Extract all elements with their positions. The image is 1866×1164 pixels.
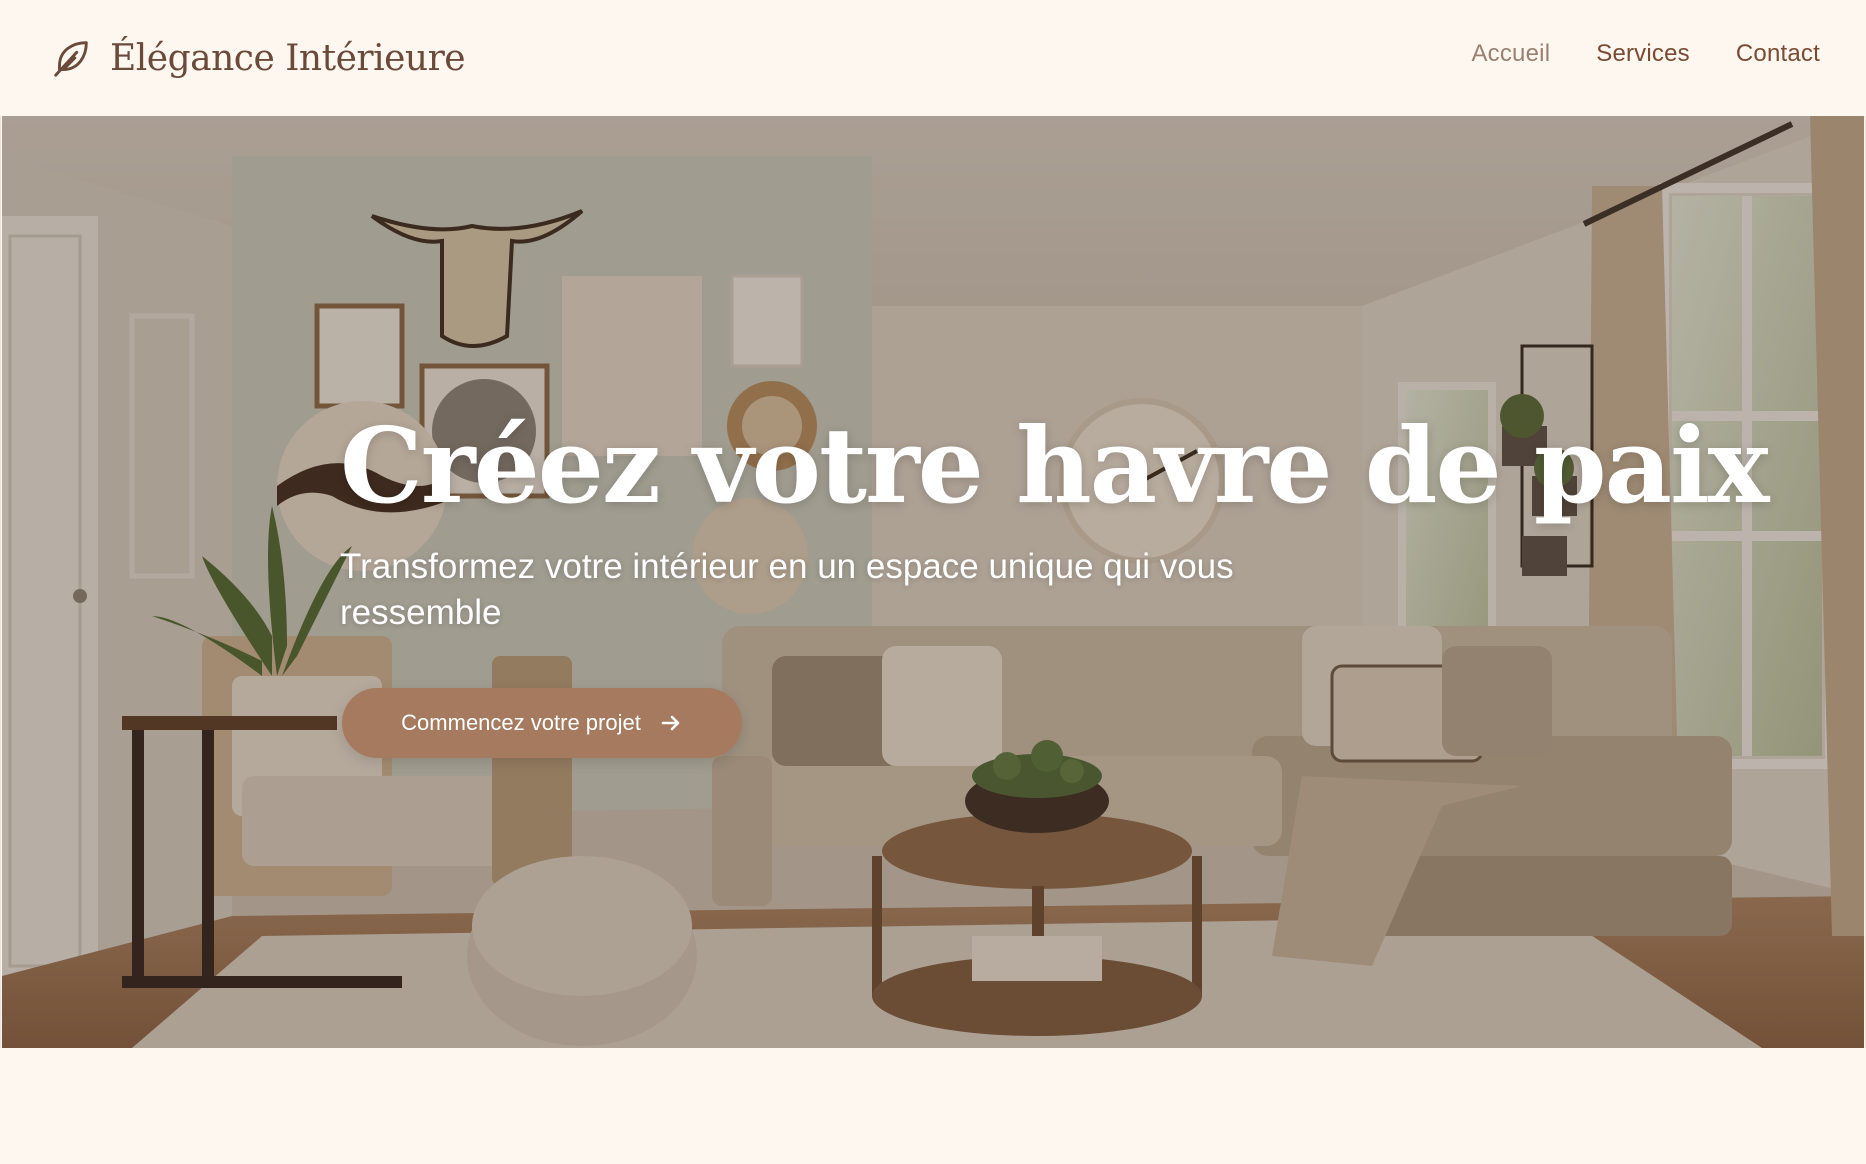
start-project-button[interactable]: Commencez votre projet	[342, 688, 742, 758]
hero-subtitle: Transformez votre intérieur en un espace…	[340, 546, 1234, 633]
brand-logo-link[interactable]: Élégance Intérieure	[48, 30, 466, 86]
start-project-label: Commencez votre projet	[401, 710, 641, 735]
hero-content: Créez votre havre de paix Transformez vo…	[340, 404, 1769, 637]
bottom-section	[0, 1048, 1866, 1164]
site-header: Élégance Intérieure Accueil Services Con…	[0, 0, 1866, 116]
brand-name: Élégance Intérieure	[110, 37, 466, 79]
hero-section: Créez votre havre de paix Transformez vo…	[2, 116, 1864, 1048]
main-nav: Accueil Services Contact	[1471, 40, 1820, 68]
hero-title: Créez votre havre de paix	[340, 404, 1769, 527]
nav-link-accueil[interactable]: Accueil	[1471, 40, 1550, 68]
nav-link-contact[interactable]: Contact	[1736, 40, 1820, 68]
arrow-right-icon	[661, 715, 680, 731]
nav-link-services[interactable]: Services	[1596, 40, 1690, 68]
feather-icon	[54, 41, 88, 77]
